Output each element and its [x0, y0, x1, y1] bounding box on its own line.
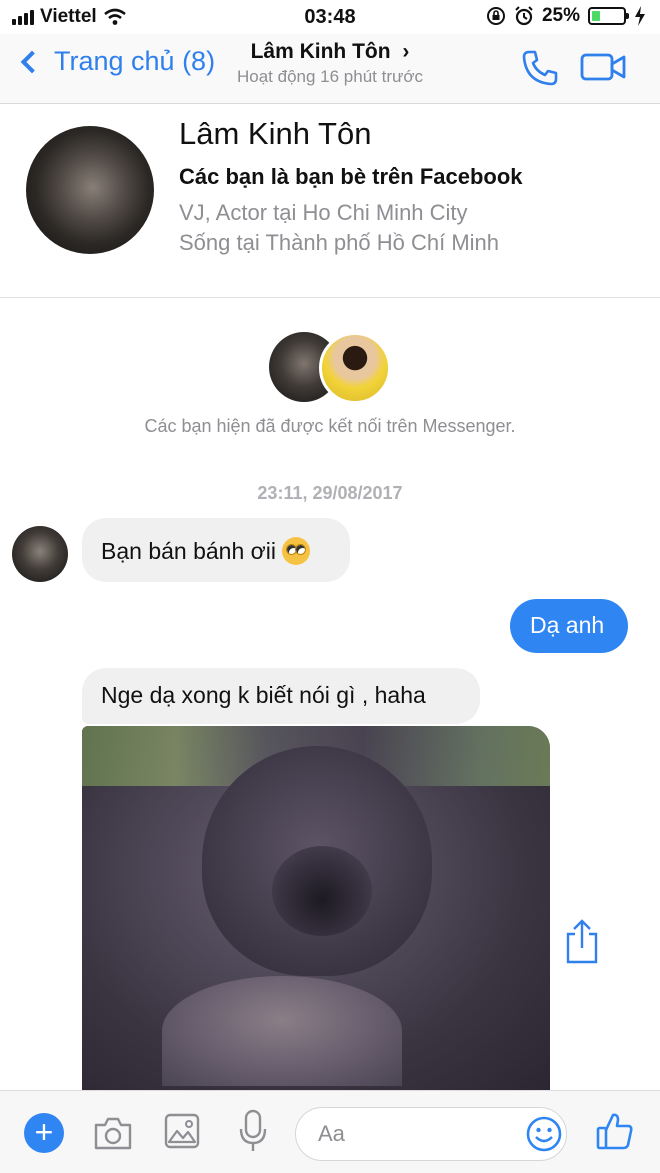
alarm-icon [515, 6, 533, 26]
status-bar: Viettel 03:48 25% [0, 0, 660, 34]
message-image-gorilla[interactable] [82, 726, 550, 1090]
thumbs-up-icon[interactable] [596, 1111, 634, 1151]
avatar [319, 332, 391, 404]
photo-icon[interactable] [164, 1113, 200, 1149]
phone-icon[interactable] [520, 48, 560, 88]
message-bubble-incoming[interactable]: Nge dạ xong k biết nói gì , haha [82, 668, 480, 724]
profile-name: Lâm Kinh Tôn [179, 116, 372, 151]
microphone-icon[interactable] [238, 1109, 268, 1153]
status-right: 25% [486, 5, 646, 27]
charging-icon [635, 6, 645, 26]
camera-icon[interactable] [92, 1113, 134, 1153]
share-icon[interactable] [562, 918, 602, 964]
active-status: Hoạt động 16 phút trước [236, 67, 424, 86]
conversation-title-text: Lâm Kinh Tôn [250, 40, 391, 63]
message-input-field [295, 1107, 567, 1161]
message-input[interactable] [318, 1120, 508, 1148]
gorilla-nose [272, 846, 372, 936]
message-timestamp: 23:11, 29/08/2017 [257, 483, 403, 503]
gorilla-hand [162, 976, 402, 1086]
rolling-eyes-emoji-icon [281, 536, 310, 565]
message-bubble-incoming[interactable]: Bạn bán bánh ơii [82, 518, 350, 582]
battery-icon [588, 7, 629, 25]
connected-notice: Các bạn hiện đã được kết nối trên Messen… [144, 416, 516, 436]
emoji-icon[interactable] [526, 1116, 562, 1152]
nav-bar: Trang chủ (8) Lâm Kinh Tôn › Hoạt động 1… [0, 34, 660, 104]
profile-location: Sống tại Thành phố Hồ Chí Minh [179, 230, 500, 255]
profile-card: Lâm Kinh Tôn Các bạn là bạn bè trên Face… [0, 104, 660, 298]
profile-job: VJ, Actor tại Ho Chi Minh City [179, 200, 468, 225]
plus-icon[interactable]: + [24, 1113, 64, 1153]
connected-avatars [269, 332, 393, 404]
battery-percent: 25% [541, 5, 580, 26]
conversation-title[interactable]: Lâm Kinh Tôn › [0, 40, 660, 64]
message-bubble-outgoing[interactable]: Dạ anh [510, 599, 628, 653]
profile-friends-text: Các bạn là bạn bè trên Facebook [179, 164, 523, 189]
rotation-lock-icon [486, 7, 505, 25]
chevron-right-icon: › [402, 40, 410, 63]
battery-fill [592, 11, 600, 21]
video-camera-icon[interactable] [580, 50, 626, 84]
message-text: Bạn bán bánh ơii [101, 538, 276, 564]
message-composer: + [0, 1090, 660, 1173]
avatar[interactable] [12, 526, 68, 582]
profile-avatar[interactable] [26, 126, 154, 254]
